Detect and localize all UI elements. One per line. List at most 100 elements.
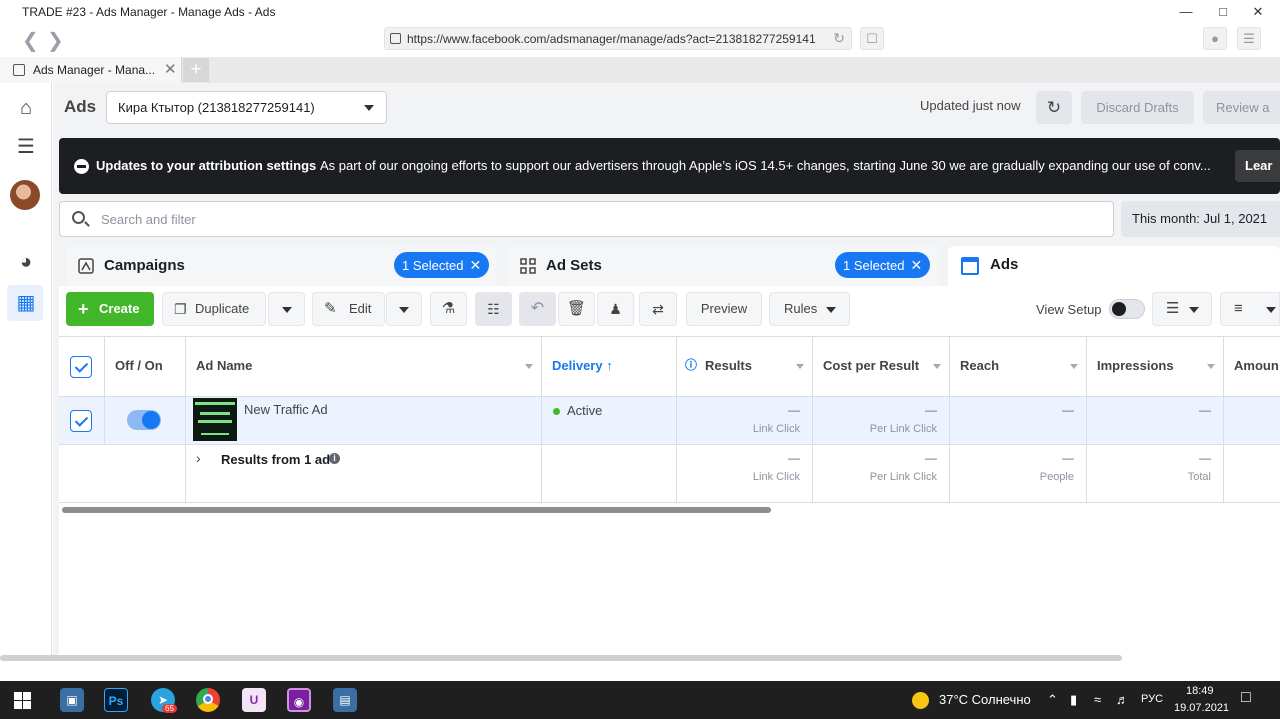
tab-close-icon[interactable]: ✕: [164, 60, 177, 78]
avatar[interactable]: [10, 180, 40, 210]
campaigns-selected-pill[interactable]: 1 Selected ✕: [394, 252, 490, 278]
language-indicator[interactable]: РУС: [1141, 693, 1163, 705]
header-results-label: Results: [705, 358, 752, 373]
close-window-icon[interactable]: ✕: [1243, 2, 1273, 22]
browser-app-icon[interactable]: ◉: [287, 688, 311, 712]
row-ad-name-cell[interactable]: New Traffic Ad: [186, 397, 542, 445]
header-impressions[interactable]: Impressions: [1087, 337, 1224, 397]
back-icon[interactable]: ❮: [22, 28, 39, 53]
row-select-cell: [59, 397, 105, 445]
date-range-picker[interactable]: This month: Jul 1, 2021: [1121, 201, 1280, 237]
sort-caret-icon: [796, 364, 804, 369]
wifi-icon[interactable]: ≈: [1094, 692, 1101, 707]
tab-campaigns[interactable]: Campaigns 1 Selected ✕: [66, 246, 497, 286]
volume-icon[interactable]: ♬: [1116, 692, 1129, 707]
new-tab-button[interactable]: +: [183, 58, 209, 82]
minimize-icon[interactable]: —: [1171, 2, 1201, 22]
address-bar[interactable]: https://www.facebook.com/adsmanager/mana…: [384, 27, 852, 50]
header-ad-name[interactable]: Ad Name: [186, 337, 542, 397]
page-horizontal-scrollbar[interactable]: [0, 655, 1122, 661]
results-value: —: [788, 403, 800, 417]
dashboard-icon[interactable]: ◕: [12, 248, 40, 276]
columns-button[interactable]: ☰: [1152, 292, 1212, 326]
ad-sets-selected-pill[interactable]: 1 Selected ✕: [835, 252, 931, 278]
browser-tab[interactable]: Ads Manager - Mana... ✕: [0, 57, 182, 83]
audience-button[interactable]: ♟: [597, 292, 634, 326]
duplicate-dropdown[interactable]: [268, 292, 305, 326]
app-u-icon[interactable]: U: [242, 688, 266, 712]
tab-ads[interactable]: Ads: [948, 246, 1280, 290]
undo-button[interactable]: ↶: [519, 292, 556, 326]
window-title: TRADE #23 - Ads Manager - Manage Ads - A…: [22, 5, 276, 19]
trash-icon: 🗑: [566, 300, 587, 317]
header-delivery-label: Delivery ↑: [552, 358, 613, 373]
network-app-icon[interactable]: ▤: [333, 688, 357, 712]
chrome-icon[interactable]: [196, 688, 220, 712]
explorer-icon[interactable]: ▣: [60, 688, 84, 712]
summary-cost: —: [925, 451, 937, 465]
maximize-icon[interactable]: □: [1208, 2, 1238, 22]
notification-icon[interactable]: □: [1241, 689, 1251, 707]
left-rail: ⌂ ☰ ◕ ▦: [0, 83, 52, 657]
battery-icon[interactable]: ▮: [1070, 692, 1077, 708]
info-icon[interactable]: ⓘ: [685, 356, 697, 373]
windows-start-icon[interactable]: [14, 692, 31, 709]
thumb-line: [195, 402, 235, 405]
header-cost-per-result[interactable]: Cost per Result: [813, 337, 950, 397]
duplicate-button[interactable]: ❐ Duplicate: [162, 292, 266, 326]
reload-icon[interactable]: ↻: [833, 30, 845, 47]
header-results[interactable]: ⓘ Results: [677, 337, 813, 397]
pencil-icon: ✎: [324, 300, 337, 317]
clock-date[interactable]: 19.07.2021: [1174, 702, 1229, 714]
hamburger-icon[interactable]: ☰: [12, 133, 40, 161]
header-amount[interactable]: Amoun: [1224, 337, 1280, 397]
delete-button[interactable]: 🗑: [558, 292, 595, 326]
tab-ad-sets[interactable]: Ad Sets 1 Selected ✕: [508, 246, 939, 286]
bookmark-icon[interactable]: ☐: [860, 27, 884, 50]
view-setup-toggle[interactable]: [1109, 299, 1145, 319]
info-icon[interactable]: i: [329, 453, 340, 464]
undo-icon: ↶: [530, 300, 545, 317]
table-horizontal-scrollbar[interactable]: [62, 507, 771, 513]
create-button[interactable]: + Create: [66, 292, 154, 326]
clock-time[interactable]: 18:49: [1186, 685, 1214, 697]
clipboard-button[interactable]: ☷: [475, 292, 512, 326]
discard-drafts-button[interactable]: Discard Drafts: [1081, 91, 1194, 124]
chevron-up-icon[interactable]: ⌃: [1047, 692, 1058, 708]
profile-icon[interactable]: ●: [1203, 27, 1227, 50]
preview-button[interactable]: Preview: [686, 292, 762, 326]
summary-label-cell[interactable]: › Results from 1 ad i: [186, 445, 542, 503]
photoshop-icon[interactable]: Ps: [104, 688, 128, 712]
forward-icon[interactable]: ❯: [47, 28, 64, 53]
header-reach[interactable]: Reach: [950, 337, 1087, 397]
home-icon[interactable]: ⌂: [12, 94, 40, 122]
ad-sets-icon: [520, 258, 536, 274]
refresh-button[interactable]: ↻: [1036, 91, 1072, 124]
clear-selection-icon[interactable]: ✕: [469, 257, 481, 273]
tab-campaigns-label: Campaigns: [104, 257, 185, 274]
ad-on-off-toggle[interactable]: [127, 410, 161, 430]
account-selector[interactable]: Кира Ктытор (213818277259141): [106, 91, 387, 124]
ads-manager-grid-icon[interactable]: ▦: [12, 289, 40, 317]
thumb-line: [198, 420, 232, 423]
search-input[interactable]: [101, 210, 1001, 228]
row-checkbox[interactable]: [70, 410, 92, 432]
row-results-cell: — Link Click: [677, 397, 813, 445]
breakdown-button[interactable]: ≡: [1220, 292, 1280, 326]
clear-selection-icon[interactable]: ✕: [910, 257, 922, 273]
chevron-right-icon[interactable]: ›: [196, 450, 201, 466]
select-all-checkbox[interactable]: [70, 356, 92, 378]
ad-name[interactable]: New Traffic Ad: [244, 402, 328, 417]
header-delivery[interactable]: Delivery ↑: [542, 337, 677, 397]
header-off-on: Off / On: [105, 337, 186, 397]
summary-results-sub: Link Click: [752, 471, 800, 483]
export-button[interactable]: ⇄: [639, 292, 677, 326]
ab-test-button[interactable]: ⚗: [430, 292, 467, 326]
review-button[interactable]: Review a: [1203, 91, 1280, 124]
menu-icon[interactable]: ☰: [1237, 27, 1261, 50]
search-filter-box[interactable]: [59, 201, 1114, 237]
learn-more-button[interactable]: Lear: [1235, 150, 1280, 182]
edit-dropdown[interactable]: [386, 292, 422, 326]
edit-button[interactable]: ✎ Edit: [312, 292, 385, 326]
rules-button[interactable]: Rules: [769, 292, 850, 326]
